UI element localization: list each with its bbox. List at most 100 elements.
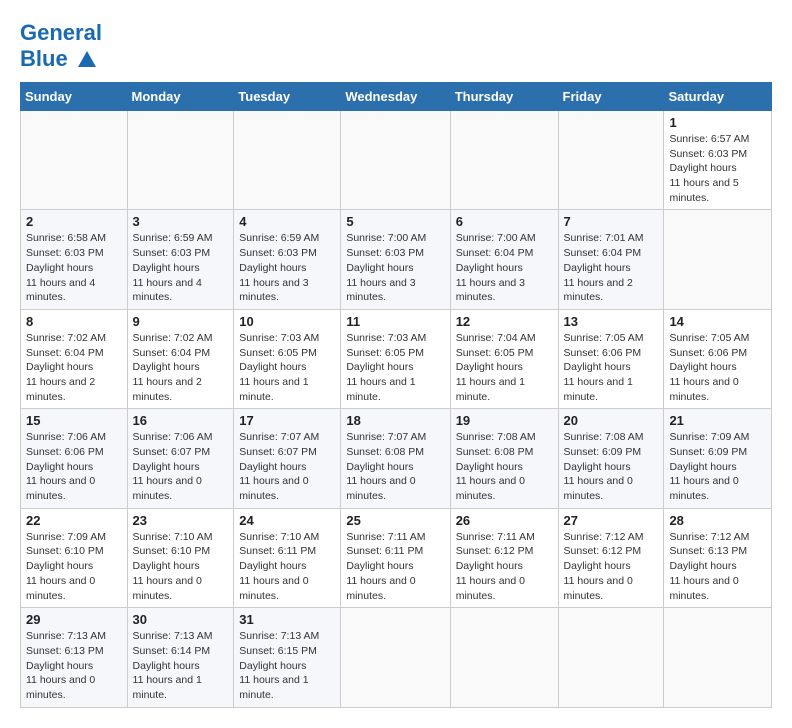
- day-info: Sunrise: 6:58 AMSunset: 6:03 PMDaylight …: [26, 231, 122, 304]
- week-row-0: 1 Sunrise: 6:57 AMSunset: 6:03 PMDaylight…: [21, 111, 772, 210]
- logo-general: General: [20, 20, 102, 45]
- day-number: 12: [456, 314, 553, 329]
- calendar-body: 1 Sunrise: 6:57 AMSunset: 6:03 PMDaylight…: [21, 111, 772, 708]
- calendar-cell: 12 Sunrise: 7:04 AMSunset: 6:05 PMDayligh…: [450, 309, 558, 408]
- day-info: Sunrise: 7:08 AMSunset: 6:09 PMDaylight …: [564, 430, 659, 503]
- calendar-table: SundayMondayTuesdayWednesdayThursdayFrid…: [20, 82, 772, 708]
- logo-blue: Blue: [20, 46, 68, 71]
- day-info: Sunrise: 7:12 AMSunset: 6:13 PMDaylight …: [669, 530, 766, 603]
- day-number: 28: [669, 513, 766, 528]
- calendar-cell: 7Sunrise: 7:01 AMSunset: 6:04 PMDaylight…: [558, 210, 664, 309]
- calendar-cell: [234, 111, 341, 210]
- calendar-cell: [450, 608, 558, 707]
- day-info: Sunrise: 7:13 AMSunset: 6:15 PMDaylight …: [239, 629, 335, 702]
- day-info: Sunrise: 7:08 AMSunset: 6:08 PMDaylight …: [456, 430, 553, 503]
- logo-icon: [76, 49, 98, 71]
- day-number: 1: [669, 115, 766, 130]
- day-number: 25: [346, 513, 444, 528]
- day-info: Sunrise: 7:04 AMSunset: 6:05 PMDaylight …: [456, 331, 553, 404]
- day-number: 20: [564, 413, 659, 428]
- day-number: 5: [346, 214, 444, 229]
- calendar-cell: 5Sunrise: 7:00 AMSunset: 6:03 PMDaylight…: [341, 210, 450, 309]
- day-number: 15: [26, 413, 122, 428]
- day-number: 9: [133, 314, 229, 329]
- calendar-cell: 1 Sunrise: 6:57 AMSunset: 6:03 PMDaylight…: [664, 111, 772, 210]
- calendar-cell: 17 Sunrise: 7:07 AMSunset: 6:07 PMDayligh…: [234, 409, 341, 508]
- calendar-cell: 19 Sunrise: 7:08 AMSunset: 6:08 PMDayligh…: [450, 409, 558, 508]
- day-number: 29: [26, 612, 122, 627]
- day-number: 4: [239, 214, 335, 229]
- calendar-cell: [664, 608, 772, 707]
- logo: General Blue: [20, 20, 102, 72]
- day-info: Sunrise: 7:09 AMSunset: 6:10 PMDaylight …: [26, 530, 122, 603]
- day-info: Sunrise: 7:10 AMSunset: 6:11 PMDaylight …: [239, 530, 335, 603]
- calendar-cell: 15 Sunrise: 7:06 AMSunset: 6:06 PMDayligh…: [21, 409, 128, 508]
- day-number: 2: [26, 214, 122, 229]
- calendar-cell: [127, 111, 234, 210]
- day-number: 24: [239, 513, 335, 528]
- day-info: Sunrise: 7:05 AMSunset: 6:06 PMDaylight …: [669, 331, 766, 404]
- day-info: Sunrise: 7:13 AMSunset: 6:14 PMDaylight …: [133, 629, 229, 702]
- day-info: Sunrise: 7:09 AMSunset: 6:09 PMDaylight …: [669, 430, 766, 503]
- calendar-cell: 31 Sunrise: 7:13 AMSunset: 6:15 PMDayligh…: [234, 608, 341, 707]
- calendar-cell: 11 Sunrise: 7:03 AMSunset: 6:05 PMDayligh…: [341, 309, 450, 408]
- calendar-cell: [664, 210, 772, 309]
- calendar-cell: 20 Sunrise: 7:08 AMSunset: 6:09 PMDayligh…: [558, 409, 664, 508]
- calendar-cell: 27 Sunrise: 7:12 AMSunset: 6:12 PMDayligh…: [558, 508, 664, 607]
- day-number: 11: [346, 314, 444, 329]
- calendar-cell: [450, 111, 558, 210]
- day-info: Sunrise: 7:06 AMSunset: 6:06 PMDaylight …: [26, 430, 122, 503]
- day-number: 26: [456, 513, 553, 528]
- calendar-cell: 24 Sunrise: 7:10 AMSunset: 6:11 PMDayligh…: [234, 508, 341, 607]
- calendar-cell: 18 Sunrise: 7:07 AMSunset: 6:08 PMDayligh…: [341, 409, 450, 508]
- day-info: Sunrise: 7:00 AMSunset: 6:04 PMDaylight …: [456, 231, 553, 304]
- calendar-cell: 22Sunrise: 7:09 AMSunset: 6:10 PMDayligh…: [21, 508, 128, 607]
- day-info: Sunrise: 7:12 AMSunset: 6:12 PMDaylight …: [564, 530, 659, 603]
- day-info: Sunrise: 7:03 AMSunset: 6:05 PMDaylight …: [239, 331, 335, 404]
- day-info: Sunrise: 6:59 AMSunset: 6:03 PMDaylight …: [239, 231, 335, 304]
- day-info: Sunrise: 7:03 AMSunset: 6:05 PMDaylight …: [346, 331, 444, 404]
- calendar-cell: [341, 608, 450, 707]
- calendar-cell: 26 Sunrise: 7:11 AMSunset: 6:12 PMDayligh…: [450, 508, 558, 607]
- day-info: Sunrise: 7:11 AMSunset: 6:12 PMDaylight …: [456, 530, 553, 603]
- calendar-cell: [558, 111, 664, 210]
- day-info: Sunrise: 7:01 AMSunset: 6:04 PMDaylight …: [564, 231, 659, 304]
- dow-thursday: Thursday: [450, 83, 558, 111]
- day-number: 18: [346, 413, 444, 428]
- calendar-cell: 28 Sunrise: 7:12 AMSunset: 6:13 PMDayligh…: [664, 508, 772, 607]
- calendar-cell: 30Sunrise: 7:13 AMSunset: 6:14 PMDayligh…: [127, 608, 234, 707]
- calendar-cell: 4 Sunrise: 6:59 AMSunset: 6:03 PMDaylight…: [234, 210, 341, 309]
- day-number: 10: [239, 314, 335, 329]
- calendar-cell: [21, 111, 128, 210]
- day-info: Sunrise: 6:59 AMSunset: 6:03 PMDaylight …: [133, 231, 229, 304]
- day-info: Sunrise: 7:07 AMSunset: 6:08 PMDaylight …: [346, 430, 444, 503]
- day-number: 14: [669, 314, 766, 329]
- day-number: 31: [239, 612, 335, 627]
- calendar-cell: 21 Sunrise: 7:09 AMSunset: 6:09 PMDayligh…: [664, 409, 772, 508]
- calendar-cell: 16Sunrise: 7:06 AMSunset: 6:07 PMDayligh…: [127, 409, 234, 508]
- day-number: 6: [456, 214, 553, 229]
- day-of-week-header: SundayMondayTuesdayWednesdayThursdayFrid…: [21, 83, 772, 111]
- calendar-cell: 6 Sunrise: 7:00 AMSunset: 6:04 PMDaylight…: [450, 210, 558, 309]
- day-number: 16: [133, 413, 229, 428]
- week-row-1: 2 Sunrise: 6:58 AMSunset: 6:03 PMDaylight…: [21, 210, 772, 309]
- day-number: 23: [133, 513, 229, 528]
- week-row-2: 8 Sunrise: 7:02 AMSunset: 6:04 PMDaylight…: [21, 309, 772, 408]
- week-row-3: 15 Sunrise: 7:06 AMSunset: 6:06 PMDayligh…: [21, 409, 772, 508]
- day-number: 19: [456, 413, 553, 428]
- day-info: Sunrise: 7:07 AMSunset: 6:07 PMDaylight …: [239, 430, 335, 503]
- calendar-cell: 2 Sunrise: 6:58 AMSunset: 6:03 PMDaylight…: [21, 210, 128, 309]
- day-number: 21: [669, 413, 766, 428]
- day-info: Sunrise: 7:05 AMSunset: 6:06 PMDaylight …: [564, 331, 659, 404]
- day-number: 17: [239, 413, 335, 428]
- day-info: Sunrise: 7:02 AMSunset: 6:04 PMDaylight …: [133, 331, 229, 404]
- dow-wednesday: Wednesday: [341, 83, 450, 111]
- day-info: Sunrise: 6:57 AMSunset: 6:03 PMDaylight …: [669, 132, 766, 205]
- day-info: Sunrise: 7:13 AMSunset: 6:13 PMDaylight …: [26, 629, 122, 702]
- day-number: 8: [26, 314, 122, 329]
- day-number: 27: [564, 513, 659, 528]
- page-header: General Blue: [20, 20, 772, 72]
- day-number: 13: [564, 314, 659, 329]
- calendar-cell: 29 Sunrise: 7:13 AMSunset: 6:13 PMDayligh…: [21, 608, 128, 707]
- dow-saturday: Saturday: [664, 83, 772, 111]
